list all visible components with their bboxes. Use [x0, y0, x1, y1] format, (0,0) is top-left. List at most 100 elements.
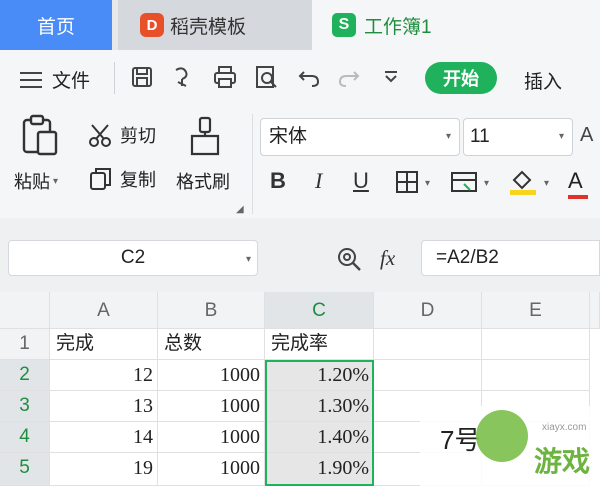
- cell-b1[interactable]: 总数: [158, 329, 265, 360]
- row-header-3[interactable]: 3: [0, 391, 50, 422]
- cell-b2[interactable]: 1000: [158, 360, 265, 391]
- insert-function-button[interactable]: fx: [380, 246, 395, 271]
- file-menu-button[interactable]: 文件: [20, 66, 90, 93]
- cell-c2[interactable]: 1.20%: [265, 360, 374, 391]
- tab-workbook[interactable]: S 工作簿1: [312, 0, 600, 50]
- cell-c1[interactable]: 完成率: [265, 329, 374, 360]
- font-size-select[interactable]: 11 ▾: [463, 118, 573, 156]
- save-icon[interactable]: [129, 64, 155, 90]
- paste-dropdown-icon[interactable]: ▾: [53, 176, 58, 187]
- watermark-number: 7号: [440, 425, 481, 455]
- column-header-a[interactable]: A: [50, 292, 158, 329]
- font-color-swatch: [568, 195, 588, 199]
- tab-start[interactable]: 开始: [425, 62, 497, 94]
- tab-templates-label: 稻壳模板: [170, 16, 247, 38]
- font-color-button[interactable]: A: [568, 168, 588, 199]
- cell-c4[interactable]: 1.40%: [265, 422, 374, 453]
- cell-e2[interactable]: [482, 360, 590, 391]
- cell-a3[interactable]: 13: [50, 391, 158, 422]
- column-header-f[interactable]: [590, 292, 600, 329]
- cell-b4[interactable]: 1000: [158, 422, 265, 453]
- hamburger-icon: [20, 71, 42, 88]
- tab-insert[interactable]: 插入: [524, 67, 562, 94]
- redo-icon[interactable]: [336, 64, 362, 90]
- row-header-5[interactable]: 5: [0, 453, 50, 486]
- cell-d1[interactable]: [374, 329, 482, 360]
- name-box-value: C2: [120, 247, 146, 268]
- print-preview-icon[interactable]: [253, 64, 279, 90]
- row-header-2[interactable]: 2: [0, 360, 50, 391]
- cell-c3[interactable]: 1.30%: [265, 391, 374, 422]
- cell-style-icon[interactable]: [450, 170, 478, 194]
- cell-style-dropdown-icon[interactable]: ▾: [484, 178, 489, 189]
- font-name-value: 宋体: [269, 126, 308, 147]
- borders-dropdown-icon[interactable]: ▾: [425, 178, 430, 189]
- copy-icon: [90, 168, 111, 190]
- tab-home-label: 首页: [36, 16, 75, 38]
- divider: [114, 62, 115, 94]
- tab-workbook-label: 工作簿1: [364, 16, 432, 38]
- formula-input[interactable]: =A2/B2: [421, 240, 600, 276]
- cell-c5[interactable]: 1.90%: [265, 453, 374, 486]
- cell-b5[interactable]: 1000: [158, 453, 265, 486]
- italic-button[interactable]: I: [315, 168, 322, 194]
- find-zoom-icon[interactable]: [336, 246, 362, 272]
- ribbon: 粘贴 ▾ 剪切 复制 格式刷 ◢ 宋体 ▾ 11 ▾ A B I U ▾ ▾ ▾…: [0, 106, 600, 218]
- customize-toolbar-icon[interactable]: [378, 64, 404, 90]
- cell-a1[interactable]: 完成: [50, 329, 158, 360]
- row-header-4[interactable]: 4: [0, 422, 50, 453]
- undo-icon[interactable]: [296, 64, 322, 90]
- column-header-c[interactable]: C: [265, 292, 374, 329]
- spreadsheet-logo-icon: S: [332, 13, 356, 37]
- tab-home[interactable]: 首页: [0, 0, 112, 50]
- file-menu-label: 文件: [52, 71, 91, 92]
- font-color-label: A: [568, 168, 583, 193]
- underline-button[interactable]: U: [353, 168, 369, 194]
- name-box[interactable]: C2 ▾: [8, 240, 258, 276]
- column-header-b[interactable]: B: [158, 292, 265, 329]
- format-painter-icon[interactable]: [188, 116, 222, 158]
- paste-label: 粘贴: [14, 172, 50, 192]
- cell-d2[interactable]: [374, 360, 482, 391]
- paste-button[interactable]: 粘贴 ▾: [14, 168, 58, 194]
- format-painter-button[interactable]: 格式刷: [176, 168, 230, 194]
- font-name-dropdown-icon[interactable]: ▾: [446, 119, 451, 155]
- formula-bar: C2 ▾ fx =A2/B2: [0, 218, 600, 292]
- fill-color-dropdown-icon[interactable]: ▾: [544, 178, 549, 189]
- menu-row: 文件 开始 插入: [0, 50, 600, 106]
- name-box-dropdown-icon[interactable]: ▾: [246, 243, 251, 277]
- clipboard-launcher-icon[interactable]: ◢: [236, 204, 244, 215]
- select-all-corner[interactable]: [0, 292, 50, 329]
- copy-button[interactable]: 复制: [88, 166, 156, 192]
- increase-font-size-icon[interactable]: A: [580, 124, 593, 147]
- docer-logo-icon: D: [140, 13, 164, 37]
- cell-e1[interactable]: [482, 329, 590, 360]
- row-header-1[interactable]: 1: [0, 329, 50, 360]
- font-size-dropdown-icon[interactable]: ▾: [559, 119, 564, 155]
- copy-label: 复制: [120, 170, 156, 190]
- cell-a2[interactable]: 12: [50, 360, 158, 391]
- font-size-value: 11: [470, 126, 490, 147]
- cut-button[interactable]: 剪切: [88, 122, 156, 148]
- format-painter-label: 格式刷: [176, 172, 230, 192]
- tab-templates[interactable]: D 稻壳模板: [118, 0, 312, 50]
- export-pdf-icon[interactable]: [170, 64, 196, 90]
- watermark-url: xiayx.com: [542, 422, 587, 433]
- tab-bar: 首页 D 稻壳模板 S 工作簿1: [0, 0, 600, 50]
- scissors-icon: [89, 124, 111, 147]
- cut-label: 剪切: [120, 126, 156, 146]
- column-header-d[interactable]: D: [374, 292, 482, 329]
- cell-a5[interactable]: 19: [50, 453, 158, 486]
- column-header-e[interactable]: E: [482, 292, 590, 329]
- cell-a4[interactable]: 14: [50, 422, 158, 453]
- print-icon[interactable]: [212, 64, 238, 90]
- paste-icon[interactable]: [20, 114, 60, 158]
- font-name-select[interactable]: 宋体 ▾: [260, 118, 460, 156]
- borders-icon[interactable]: [395, 170, 419, 194]
- fill-color-icon[interactable]: [508, 166, 538, 196]
- divider: [252, 114, 253, 214]
- watermark-text: 游戏: [534, 446, 591, 477]
- cell-b3[interactable]: 1000: [158, 391, 265, 422]
- watermark-logo-icon: [476, 410, 528, 462]
- bold-button[interactable]: B: [270, 168, 286, 194]
